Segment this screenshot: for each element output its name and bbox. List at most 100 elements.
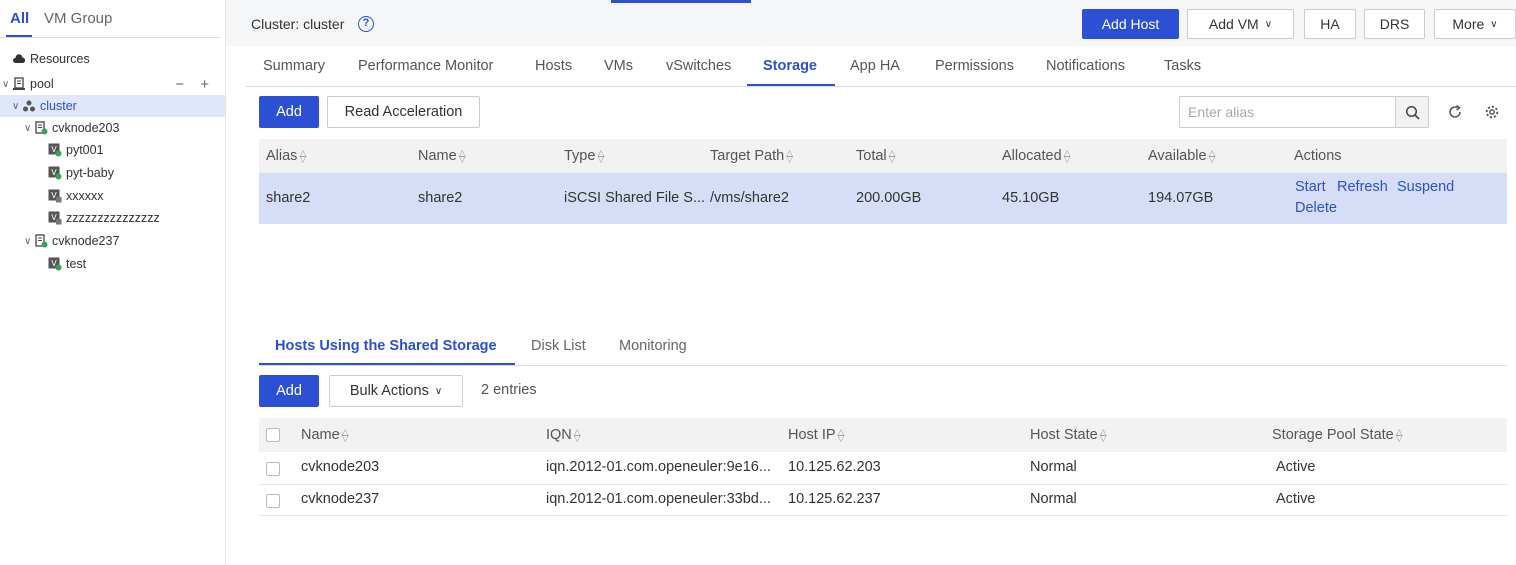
alias-search-input[interactable] — [1180, 97, 1396, 127]
chevron-down-icon[interactable]: ∨ — [24, 123, 34, 134]
sort-icon: △ ▽ — [299, 148, 307, 165]
page-title: Cluster: cluster — [251, 16, 345, 32]
chevron-down-icon[interactable]: ∨ — [24, 236, 34, 247]
tree-item-vm-test[interactable]: V test — [0, 253, 225, 275]
cell-host-state: Normal — [1030, 459, 1077, 475]
tree-item-host-cvknode237[interactable]: ∨ cvknode237 — [0, 230, 225, 252]
sort-icon: △ ▽ — [1099, 427, 1107, 444]
bulk-actions-button[interactable]: Bulk Actions ∨ — [329, 375, 463, 407]
column-label: Alias — [266, 148, 298, 164]
sidebar-tab-underline — [6, 35, 32, 37]
tab-notifications[interactable]: Notifications — [1046, 58, 1125, 74]
chevron-down-icon[interactable]: ∨ — [12, 101, 22, 112]
cell-host-state: Normal — [1030, 491, 1077, 507]
column-header-alias[interactable]: Alias △ ▽ — [266, 148, 306, 164]
tab-vswitches[interactable]: vSwitches — [666, 58, 731, 74]
tab-vms[interactable]: VMs — [604, 58, 633, 74]
column-header-storage-pool-state[interactable]: Storage Pool State △ ▽ — [1272, 427, 1403, 443]
add-host-button[interactable]: Add Host — [1082, 9, 1179, 39]
sidebar-tab-all[interactable]: All — [10, 10, 29, 27]
tree-item-vm-pyt-baby[interactable]: V pyt-baby — [0, 162, 225, 184]
bulk-actions-label: Bulk Actions — [349, 383, 429, 399]
storage-table-header: Alias △ ▽ Name △ ▽ Type △ ▽ Target Path △ ▽ Tota… — [259, 139, 1507, 173]
column-header-actions: Actions — [1294, 148, 1342, 164]
pool-collapse-expand-icons[interactable]: − + — [175, 76, 215, 93]
cell-iqn: iqn.2012-01.com.openeuler:9e16... — [546, 459, 771, 475]
tab-summary[interactable]: Summary — [263, 58, 325, 74]
column-header-name[interactable]: Name △ ▽ — [301, 427, 349, 443]
column-header-total[interactable]: Total △ ▽ — [856, 148, 896, 164]
add-vm-label: Add VM — [1208, 16, 1259, 32]
cell-target-path: /vms/share2 — [710, 190, 789, 206]
cell-name: share2 — [418, 190, 463, 206]
column-label: Target Path — [710, 148, 785, 164]
tree-item-resources[interactable]: Resources — [0, 48, 225, 70]
help-icon[interactable]: ? — [358, 16, 374, 32]
ha-button[interactable]: HA — [1304, 9, 1356, 39]
column-header-target-path[interactable]: Target Path △ ▽ — [710, 148, 793, 164]
table-row[interactable]: share2 share2 iSCSI Shared File S... /vm… — [259, 173, 1507, 224]
hosts-table-header: Name △ ▽ IQN △ ▽ Host IP △ ▽ Host State △ ▽ Stor… — [259, 418, 1507, 452]
tree-item-vm-pyt001[interactable]: V pyt001 — [0, 139, 225, 161]
subtab-monitoring[interactable]: Monitoring — [619, 338, 687, 354]
delete-link[interactable]: Delete — [1295, 200, 1337, 216]
add-vm-button[interactable]: Add VM ∨ — [1187, 9, 1294, 39]
active-subtab-underline — [259, 363, 515, 365]
drs-button[interactable]: DRS — [1364, 9, 1425, 39]
add-host-to-storage-button[interactable]: Add — [259, 375, 319, 407]
active-tab-underline — [747, 84, 835, 86]
tree-item-host-cvknode203[interactable]: ∨ cvknode203 — [0, 117, 225, 139]
tab-performance-monitor[interactable]: Performance Monitor — [358, 58, 493, 74]
select-all-checkbox[interactable] — [266, 428, 280, 442]
cell-host-ip: 10.125.62.237 — [788, 491, 881, 507]
row-divider — [259, 515, 1507, 516]
chevron-down-icon[interactable]: ∨ — [2, 79, 12, 90]
refresh-icon[interactable] — [1446, 103, 1464, 121]
cell-storage-pool-state: Active — [1276, 491, 1316, 507]
sort-icon: △ ▽ — [888, 148, 896, 165]
refresh-link[interactable]: Refresh — [1337, 179, 1388, 195]
table-row[interactable]: cvknode237 iqn.2012-01.com.openeuler:33b… — [259, 485, 1507, 515]
gear-icon[interactable] — [1483, 103, 1501, 121]
suspend-link[interactable]: Suspend — [1397, 179, 1454, 195]
sidebar-tab-vm-group[interactable]: VM Group — [44, 10, 112, 27]
search-button[interactable] — [1395, 97, 1428, 127]
column-header-type[interactable]: Type △ ▽ — [564, 148, 604, 164]
tab-permissions[interactable]: Permissions — [935, 58, 1014, 74]
tree-item-pool[interactable]: ∨ pool − + — [0, 73, 225, 95]
column-label: IQN — [546, 427, 572, 443]
tree-item-cluster[interactable]: ∨ cluster — [0, 95, 225, 117]
table-row[interactable]: cvknode203 iqn.2012-01.com.openeuler:9e1… — [259, 452, 1507, 484]
tab-storage[interactable]: Storage — [763, 58, 817, 74]
column-label: Available — [1148, 148, 1207, 164]
subtab-disk-list[interactable]: Disk List — [531, 338, 586, 354]
tree-label-vm: pyt-baby — [66, 166, 114, 180]
row-checkbox[interactable] — [266, 462, 280, 476]
cell-total: 200.00GB — [856, 190, 922, 206]
tab-app-ha[interactable]: App HA — [850, 58, 900, 74]
host-online-icon — [34, 234, 48, 248]
tree-item-vm-zzzz[interactable]: V zzzzzzzzzzzzzzz — [0, 207, 225, 229]
cell-available: 194.07GB — [1148, 190, 1214, 206]
tree-item-vm-xxxxxx[interactable]: V xxxxxx — [0, 185, 225, 207]
add-storage-button[interactable]: Add — [259, 96, 319, 128]
column-header-iqn[interactable]: IQN △ ▽ — [546, 427, 581, 443]
column-label: Host State — [1030, 427, 1098, 443]
read-acceleration-button[interactable]: Read Acceleration — [327, 96, 480, 128]
tab-tasks[interactable]: Tasks — [1164, 58, 1201, 74]
column-label: Total — [856, 148, 887, 164]
tree-label-cluster: cluster — [40, 99, 77, 113]
subtab-hosts-using-shared-storage[interactable]: Hosts Using the Shared Storage — [275, 338, 497, 354]
start-link[interactable]: Start — [1295, 179, 1326, 195]
column-header-host-state[interactable]: Host State △ ▽ — [1030, 427, 1107, 443]
column-label: Host IP — [788, 427, 836, 443]
column-header-allocated[interactable]: Allocated △ ▽ — [1002, 148, 1071, 164]
cell-alias: share2 — [266, 190, 311, 206]
column-header-name[interactable]: Name △ ▽ — [418, 148, 466, 164]
more-button[interactable]: More ∨ — [1434, 9, 1516, 39]
vm-running-icon: V — [48, 166, 62, 180]
row-checkbox[interactable] — [266, 494, 280, 508]
column-header-host-ip[interactable]: Host IP △ ▽ — [788, 427, 844, 443]
column-header-available[interactable]: Available △ ▽ — [1148, 148, 1216, 164]
tab-hosts[interactable]: Hosts — [535, 58, 572, 74]
